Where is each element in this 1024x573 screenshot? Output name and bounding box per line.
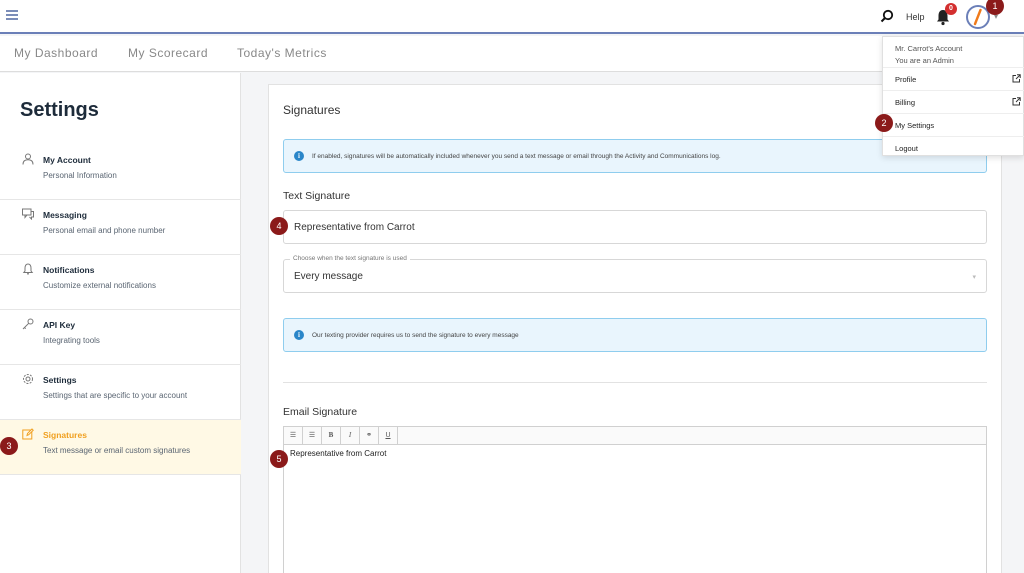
numbered-list-button[interactable]: ☰ — [303, 427, 322, 444]
key-icon — [22, 318, 34, 330]
account-name: Mr. Carrot's Account — [895, 44, 963, 53]
menu-item-billing[interactable]: Billing — [883, 90, 1024, 112]
settings-sidebar: Settings My Account Personal Information… — [0, 73, 241, 573]
sidebar-item-label: Messaging — [43, 210, 87, 220]
top-bar: Help 0 ▾ — [0, 0, 1024, 34]
menu-item-profile[interactable]: Profile — [883, 67, 1024, 89]
text-signature-value: Representative from Carrot — [294, 222, 415, 233]
sidebar-item-notifications[interactable]: Notifications Customize external notific… — [0, 255, 241, 310]
chevron-down-icon: ▾ — [972, 274, 976, 281]
info-text: Our texting provider requires us to send… — [312, 332, 519, 339]
account-role: You are an Admin — [895, 56, 954, 65]
callout-marker: 4 — [270, 217, 288, 235]
link-button[interactable]: ⚭ — [360, 427, 379, 444]
sidebar-item-label: API Key — [43, 320, 76, 330]
sidebar-item-description: Personal Information — [43, 171, 117, 180]
sidebar-item-description: Customize external notifications — [43, 281, 156, 290]
edit-icon — [22, 428, 34, 440]
menu-item-label: Logout — [895, 144, 918, 153]
carrot-icon — [973, 8, 982, 26]
email-signature-editor[interactable]: Representative from Carrot — [283, 445, 987, 573]
menu-item-my-settings[interactable]: My Settings — [883, 113, 1024, 135]
sidebar-item-description: Settings that are specific to your accou… — [43, 391, 188, 400]
user-icon — [22, 153, 34, 165]
sidebar-item-description: Text message or email custom signatures — [43, 446, 191, 455]
sidebar-item-api-key[interactable]: API Key Integrating tools — [0, 310, 241, 365]
menu-item-label: Billing — [895, 98, 916, 107]
info-icon: i — [294, 151, 304, 161]
menu-item-label: My Settings — [895, 121, 935, 130]
sidebar-item-description: Personal email and phone number — [43, 226, 166, 235]
sidebar-item-signatures[interactable]: Signatures Text message or email custom … — [0, 420, 241, 475]
email-signature-value: Representative from Carrot — [290, 449, 387, 458]
sidebar-item-label: Settings — [43, 375, 77, 385]
help-link[interactable]: Help — [906, 12, 925, 22]
bulleted-list-button[interactable]: ☰ — [284, 427, 303, 444]
tab-my-scorecard[interactable]: My Scorecard — [128, 46, 208, 60]
bold-button[interactable]: B — [322, 427, 341, 444]
external-link-icon — [1012, 97, 1021, 106]
callout-marker: 2 — [875, 114, 893, 132]
sidebar-title: Settings — [20, 99, 99, 121]
text-signature-input[interactable]: Representative from Carrot — [283, 210, 987, 244]
italic-button[interactable]: I — [341, 427, 360, 444]
callout-marker: 5 — [270, 450, 288, 468]
sidebar-item-my-account[interactable]: My Account Personal Information — [0, 145, 241, 200]
chat-icon — [22, 208, 34, 220]
select-legend: Choose when the text signature is used — [290, 255, 410, 262]
sidebar-item-label: Signatures — [43, 430, 87, 440]
sidebar-item-description: Integrating tools — [43, 336, 100, 345]
page-title: Signatures — [283, 103, 341, 117]
editor-toolbar: ☰ ☰ B I ⚭ U — [283, 426, 987, 445]
menu-item-logout[interactable]: Logout — [883, 136, 1024, 158]
nav-tabs: My Dashboard My Scorecard Today's Metric… — [0, 36, 1024, 72]
tab-todays-metrics[interactable]: Today's Metrics — [237, 46, 327, 60]
menu-item-label: Profile — [895, 75, 917, 84]
select-value: Every message — [294, 271, 363, 282]
text-signature-label: Text Signature — [283, 190, 351, 202]
bell-icon — [22, 263, 34, 275]
tab-my-dashboard[interactable]: My Dashboard — [14, 46, 98, 60]
info-text: If enabled, signatures will be automatic… — [312, 153, 721, 160]
search-icon[interactable] — [880, 9, 894, 23]
notification-badge: 0 — [945, 3, 957, 15]
info-icon: i — [294, 330, 304, 340]
account-dropdown: Mr. Carrot's Account You are an Admin Pr… — [882, 36, 1024, 156]
sidebar-item-settings[interactable]: Settings Settings that are specific to y… — [0, 365, 241, 420]
external-link-icon — [1012, 74, 1021, 83]
info-banner-provider: i Our texting provider requires us to se… — [283, 318, 987, 352]
sidebar-item-label: Notifications — [43, 265, 95, 275]
sidebar-item-messaging[interactable]: Messaging Personal email and phone numbe… — [0, 200, 241, 255]
divider — [283, 382, 987, 383]
callout-marker: 3 — [0, 437, 18, 455]
menu-icon[interactable] — [6, 10, 18, 20]
signature-usage-select[interactable]: Choose when the text signature is used E… — [283, 255, 987, 293]
sidebar-item-label: My Account — [43, 155, 91, 165]
email-signature-label: Email Signature — [283, 406, 358, 418]
underline-button[interactable]: U — [379, 427, 398, 444]
gear-icon — [23, 374, 33, 384]
